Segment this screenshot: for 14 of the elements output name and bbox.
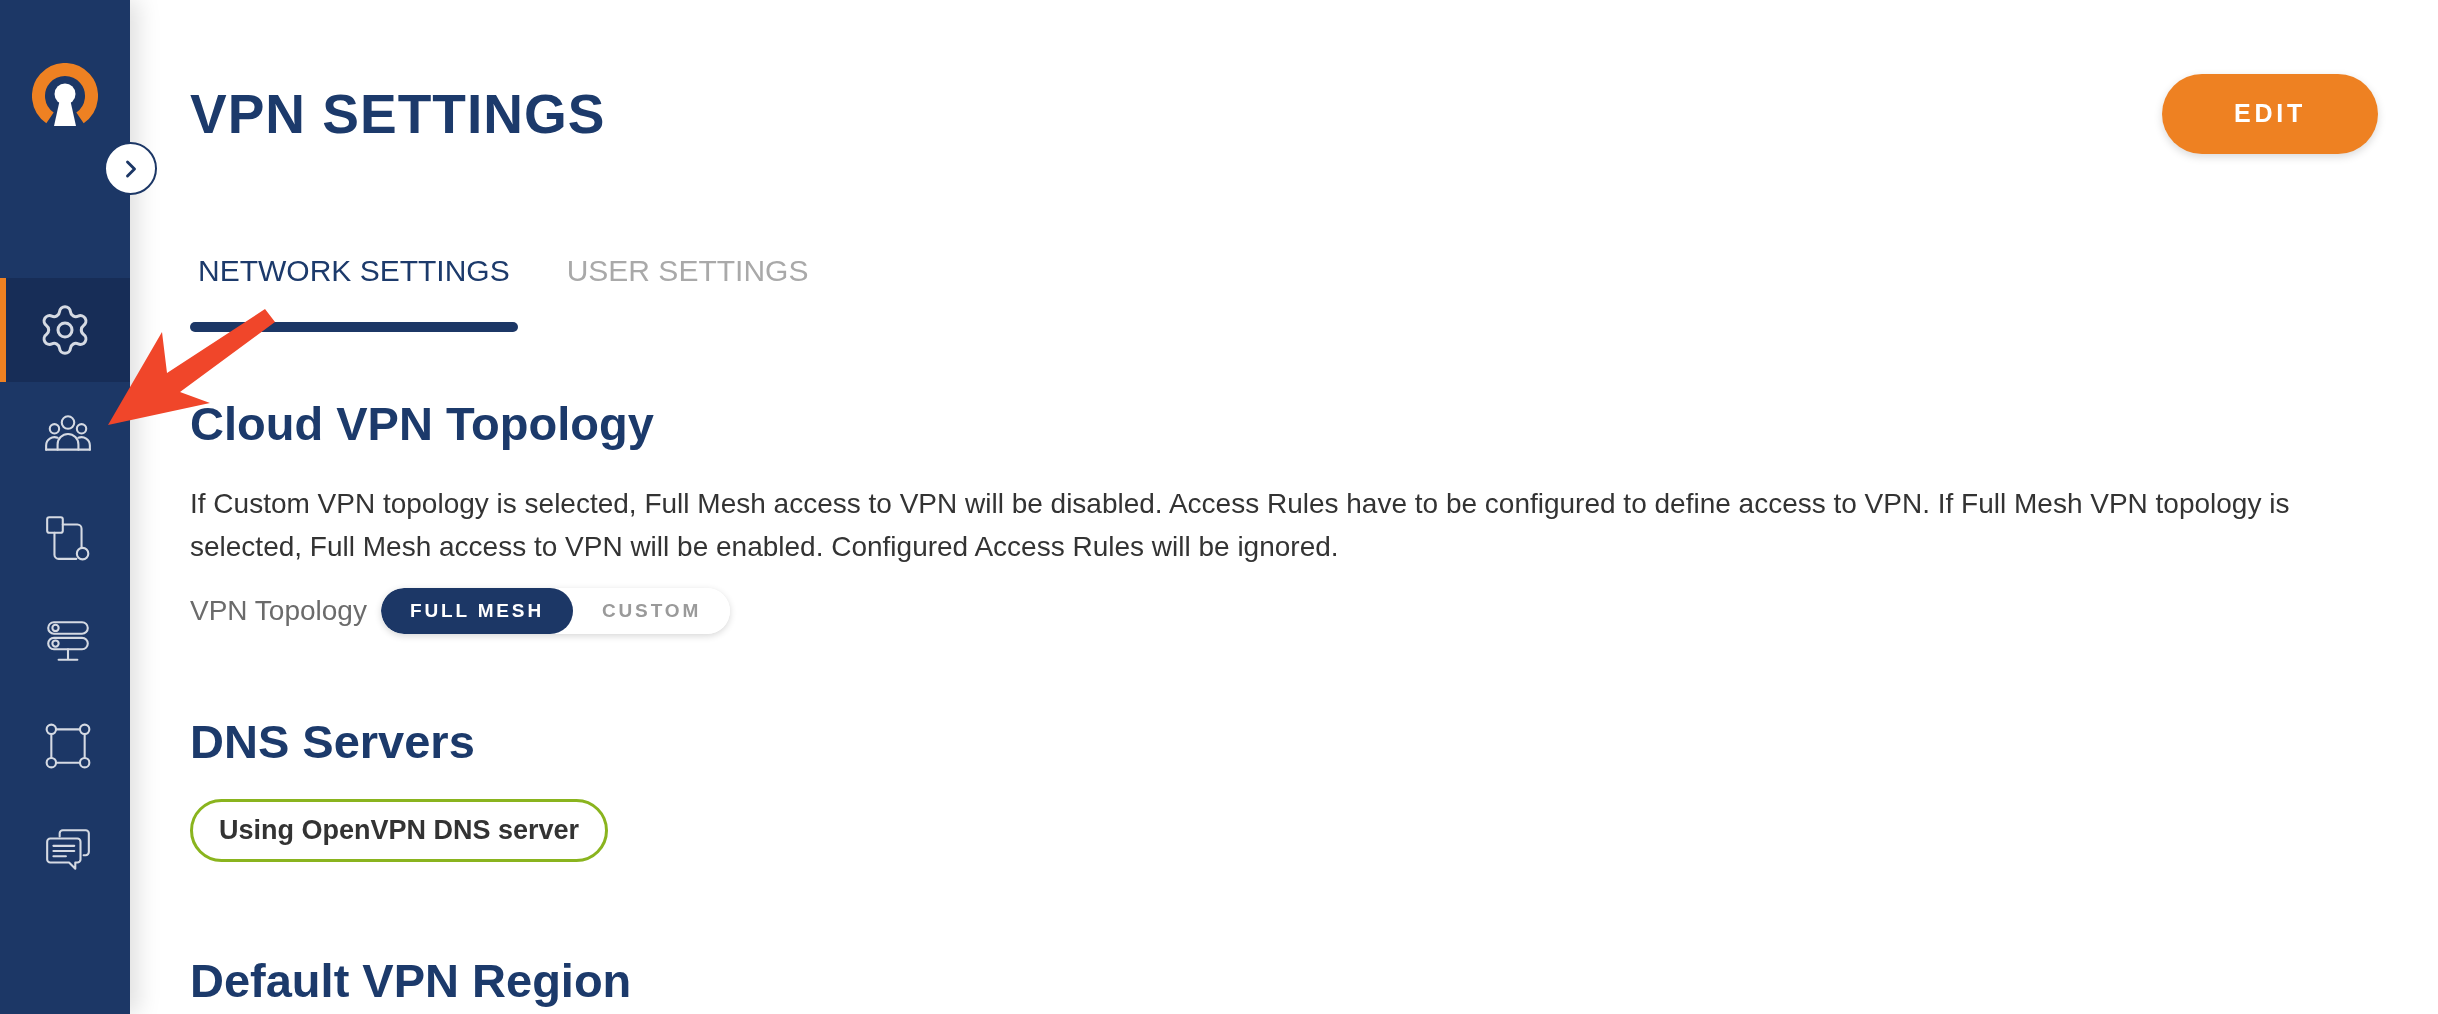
field-label: VPN Topology (190, 594, 367, 628)
section-heading: DNS Servers (190, 714, 475, 770)
topology-option[interactable]: CUSTOM (572, 588, 731, 634)
page-title: VPN SETTINGS (190, 86, 606, 142)
section-heading: Cloud VPN Topology (190, 396, 654, 452)
dns-status-tag: Using OpenVPN DNS server (190, 799, 609, 862)
description-text: If Custom VPN topology is selected, Full Mesh access to VPN will be disabled. Access Rules have to be configured to define access to VPN. If Full Mesh VPN topology is selected, Full Mesh access to VPN will be enabled. Configured Access Rules will be ignored. (190, 487, 2291, 564)
sidebar-nav-item[interactable] (0, 278, 130, 382)
tab[interactable]: USER SETTINGS (558, 253, 817, 332)
topology-option[interactable]: FULL MESH (380, 588, 573, 634)
edit-button[interactable]: EDIT (2162, 74, 2378, 154)
square-nodes-icon (43, 721, 93, 771)
keyhole-logo (32, 63, 98, 126)
section-heading: Default VPN Region (190, 953, 632, 1009)
